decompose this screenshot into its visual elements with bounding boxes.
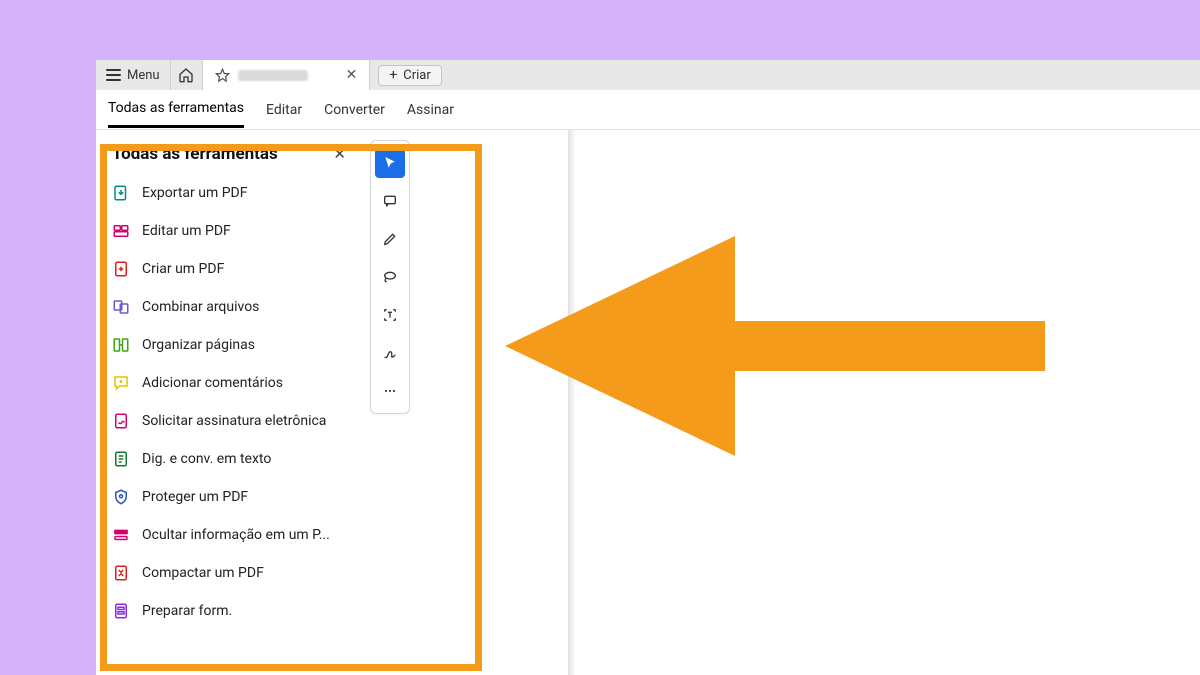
tool-item-protect[interactable]: Proteger um PDF bbox=[112, 478, 350, 516]
tool-item-label: Exportar um PDF bbox=[142, 185, 247, 201]
tool-item-label: Criar um PDF bbox=[142, 261, 224, 277]
quickbar-text-select[interactable] bbox=[375, 300, 405, 330]
tool-item-label: Editar um PDF bbox=[142, 223, 231, 239]
title-bar: Menu ✕ + Criar bbox=[96, 60, 1200, 90]
quickbar-pencil[interactable] bbox=[375, 224, 405, 254]
menu-label: Menu bbox=[127, 68, 160, 83]
tool-item-label: Organizar páginas bbox=[142, 337, 255, 353]
pencil-icon bbox=[382, 231, 398, 247]
quick-toolbar bbox=[370, 140, 410, 414]
document-tab[interactable]: ✕ bbox=[203, 60, 371, 90]
tool-item-organize[interactable]: Organizar páginas bbox=[112, 326, 350, 364]
sign-icon bbox=[382, 345, 398, 361]
tool-item-ocr[interactable]: Dig. e conv. em texto bbox=[112, 440, 350, 478]
request-sign-icon bbox=[112, 412, 130, 430]
sidebar-close-icon[interactable]: ✕ bbox=[333, 145, 346, 163]
home-icon bbox=[178, 67, 194, 83]
combine-icon bbox=[112, 298, 130, 316]
form-icon bbox=[112, 602, 130, 620]
sidebar-title: Todas as ferramentas bbox=[112, 144, 278, 164]
tool-item-redact[interactable]: Ocultar informação em um P... bbox=[112, 516, 350, 554]
document-area bbox=[420, 130, 1200, 675]
tool-item-label: Compactar um PDF bbox=[142, 565, 264, 581]
protect-icon bbox=[112, 488, 130, 506]
all-tools-sidebar: Todas as ferramentas ✕ Exportar um PDF Ed… bbox=[96, 130, 360, 675]
more-icon bbox=[382, 383, 398, 399]
export-pdf-icon bbox=[112, 184, 130, 202]
home-button[interactable] bbox=[171, 60, 203, 90]
main-area: Todas as ferramentas ✕ Exportar um PDF Ed… bbox=[96, 130, 1200, 675]
tab-title-placeholder bbox=[238, 70, 308, 81]
tool-item-label: Dig. e conv. em texto bbox=[142, 451, 271, 467]
tool-item-label: Ocultar informação em um P... bbox=[142, 527, 330, 543]
create-label: Criar bbox=[403, 68, 431, 83]
hamburger-icon bbox=[106, 69, 121, 81]
quickbar-comment-bubble[interactable] bbox=[375, 186, 405, 216]
sidebar-header: Todas as ferramentas ✕ bbox=[112, 140, 350, 174]
tool-item-label: Proteger um PDF bbox=[142, 489, 248, 505]
tools-row: Todas as ferramentas Editar Converter As… bbox=[96, 90, 1200, 130]
plus-icon: + bbox=[389, 68, 397, 82]
text-select-icon bbox=[382, 307, 398, 323]
tool-item-edit-pdf[interactable]: Editar um PDF bbox=[112, 212, 350, 250]
tool-item-form[interactable]: Preparar form. bbox=[112, 592, 350, 630]
tool-item-compress[interactable]: Compactar um PDF bbox=[112, 554, 350, 592]
quickbar-cursor[interactable] bbox=[375, 148, 405, 178]
tab-convert[interactable]: Converter bbox=[324, 93, 385, 127]
tab-edit[interactable]: Editar bbox=[266, 93, 302, 127]
tool-list: Exportar um PDF Editar um PDF Criar um PDF… bbox=[112, 174, 350, 630]
lasso-icon bbox=[382, 269, 398, 285]
tool-item-create-pdf[interactable]: Criar um PDF bbox=[112, 250, 350, 288]
tool-item-export-pdf[interactable]: Exportar um PDF bbox=[112, 174, 350, 212]
tool-item-label: Preparar form. bbox=[142, 603, 232, 619]
compress-icon bbox=[112, 564, 130, 582]
comment-icon bbox=[112, 374, 130, 392]
tab-sign[interactable]: Assinar bbox=[407, 93, 454, 127]
quickbar-lasso[interactable] bbox=[375, 262, 405, 292]
tool-item-combine[interactable]: Combinar arquivos bbox=[112, 288, 350, 326]
tool-item-label: Combinar arquivos bbox=[142, 299, 259, 315]
app-window: Menu ✕ + Criar Todas as ferramentas Edit… bbox=[96, 60, 1200, 675]
create-button[interactable]: + Criar bbox=[378, 65, 441, 86]
quickbar-more[interactable] bbox=[375, 376, 405, 406]
tab-all-tools[interactable]: Todas as ferramentas bbox=[108, 91, 244, 128]
tool-item-label: Adicionar comentários bbox=[142, 375, 283, 391]
tool-item-comment[interactable]: Adicionar comentários bbox=[112, 364, 350, 402]
menu-button[interactable]: Menu bbox=[96, 60, 171, 90]
tool-item-label: Solicitar assinatura eletrônica bbox=[142, 413, 326, 429]
page-edge-shadow bbox=[568, 130, 576, 675]
edit-pdf-icon bbox=[112, 222, 130, 240]
create-pdf-icon bbox=[112, 260, 130, 278]
star-icon bbox=[215, 68, 230, 83]
organize-icon bbox=[112, 336, 130, 354]
tab-close-icon[interactable]: ✕ bbox=[346, 67, 358, 83]
comment-bubble-icon bbox=[382, 193, 398, 209]
quickbar-sign[interactable] bbox=[375, 338, 405, 368]
ocr-icon bbox=[112, 450, 130, 468]
cursor-icon bbox=[382, 155, 398, 171]
redact-icon bbox=[112, 526, 130, 544]
tool-item-request-sign[interactable]: Solicitar assinatura eletrônica bbox=[112, 402, 350, 440]
